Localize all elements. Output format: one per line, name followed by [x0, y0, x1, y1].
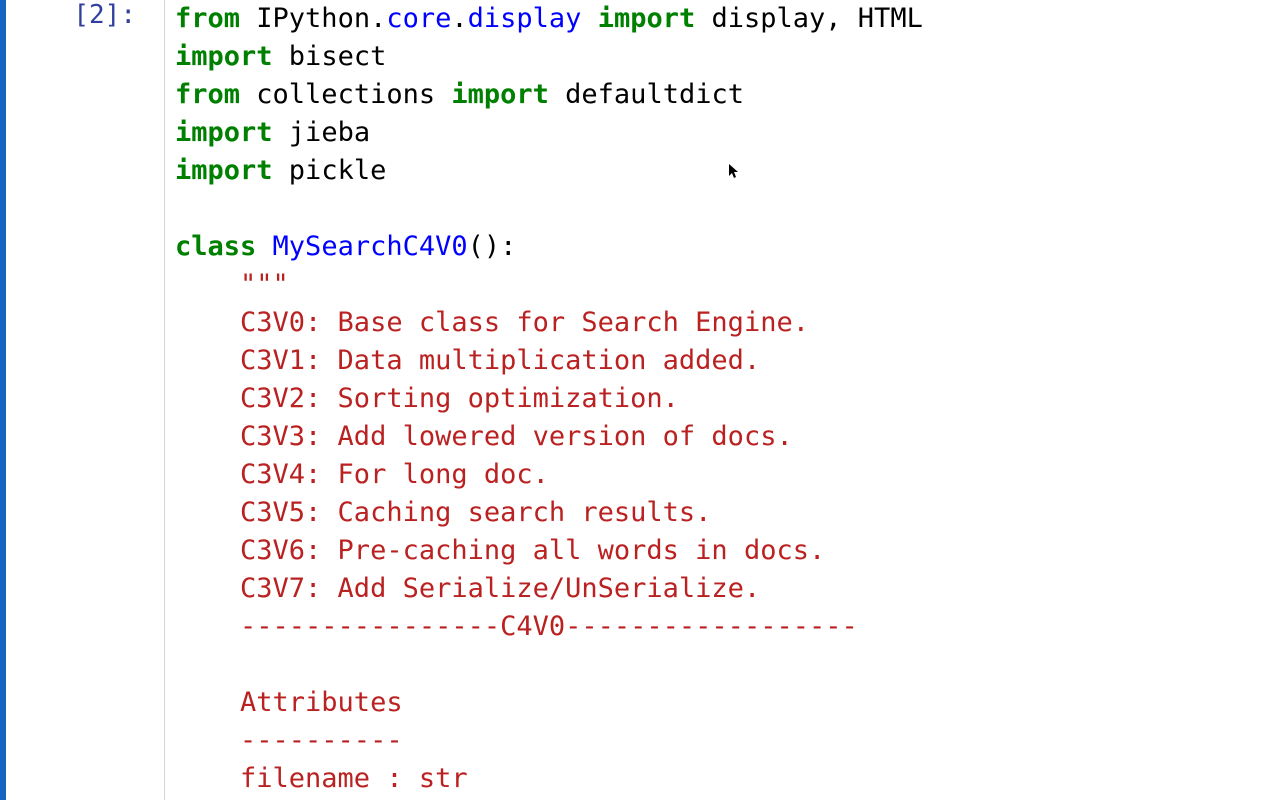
code-token: C3V4: For long doc. [175, 459, 549, 490]
code-token: C3V6: Pre-caching all words in docs. [175, 535, 825, 566]
code-token: C3V7: Add Serialize/UnSerialize. [175, 573, 760, 604]
code-token: class [175, 231, 256, 262]
code-token: from [175, 79, 240, 110]
code-cell[interactable]: [2]: from IPython.core.display import di… [0, 0, 1280, 800]
code-token: import [598, 3, 696, 34]
notebook-viewport: [2]: from IPython.core.display import di… [0, 0, 1280, 800]
execution-count-label: [2]: [73, 0, 150, 30]
code-token: . [451, 3, 467, 34]
code-token [581, 3, 597, 34]
code-token: collections [240, 79, 451, 110]
code-token: (): [468, 231, 517, 262]
code-token: . [370, 3, 386, 34]
code-token: import [451, 79, 549, 110]
code-input-area[interactable]: from IPython.core.display import display… [165, 0, 1280, 800]
code-token: C3V1: Data multiplication added. [175, 345, 760, 376]
code-token: pickle [273, 155, 387, 186]
code-token: C3V0: Base class for Search Engine. [175, 307, 809, 338]
code-token: Attributes [175, 687, 403, 718]
code-token: from [175, 3, 240, 34]
prompt-column: [2]: [6, 0, 150, 800]
code-token: C3V5: Caching search results. [175, 497, 711, 528]
code-token: display [468, 3, 582, 34]
code-token: filename : str [175, 763, 468, 794]
code-token: import [175, 117, 273, 148]
code-token [256, 231, 272, 262]
code-token: jieba [273, 117, 371, 148]
code-token [175, 649, 240, 680]
code-token: import [175, 155, 273, 186]
code-token: core [386, 3, 451, 34]
code-token: IPython [240, 3, 370, 34]
code-token: """ [175, 269, 289, 300]
code-token: C3V2: Sorting optimization. [175, 383, 679, 414]
code-token: defaultdict [549, 79, 744, 110]
code-token: display, HTML [695, 3, 923, 34]
code-editor[interactable]: from IPython.core.display import display… [175, 0, 1280, 800]
code-token: ----------------C4V0------------------ [175, 611, 858, 642]
code-token: C3V3: Add lowered version of docs. [175, 421, 793, 452]
code-token: import [175, 41, 273, 72]
code-token: bisect [273, 41, 387, 72]
code-token: ---------- [175, 725, 403, 756]
code-token: MySearchC4V0 [273, 231, 468, 262]
